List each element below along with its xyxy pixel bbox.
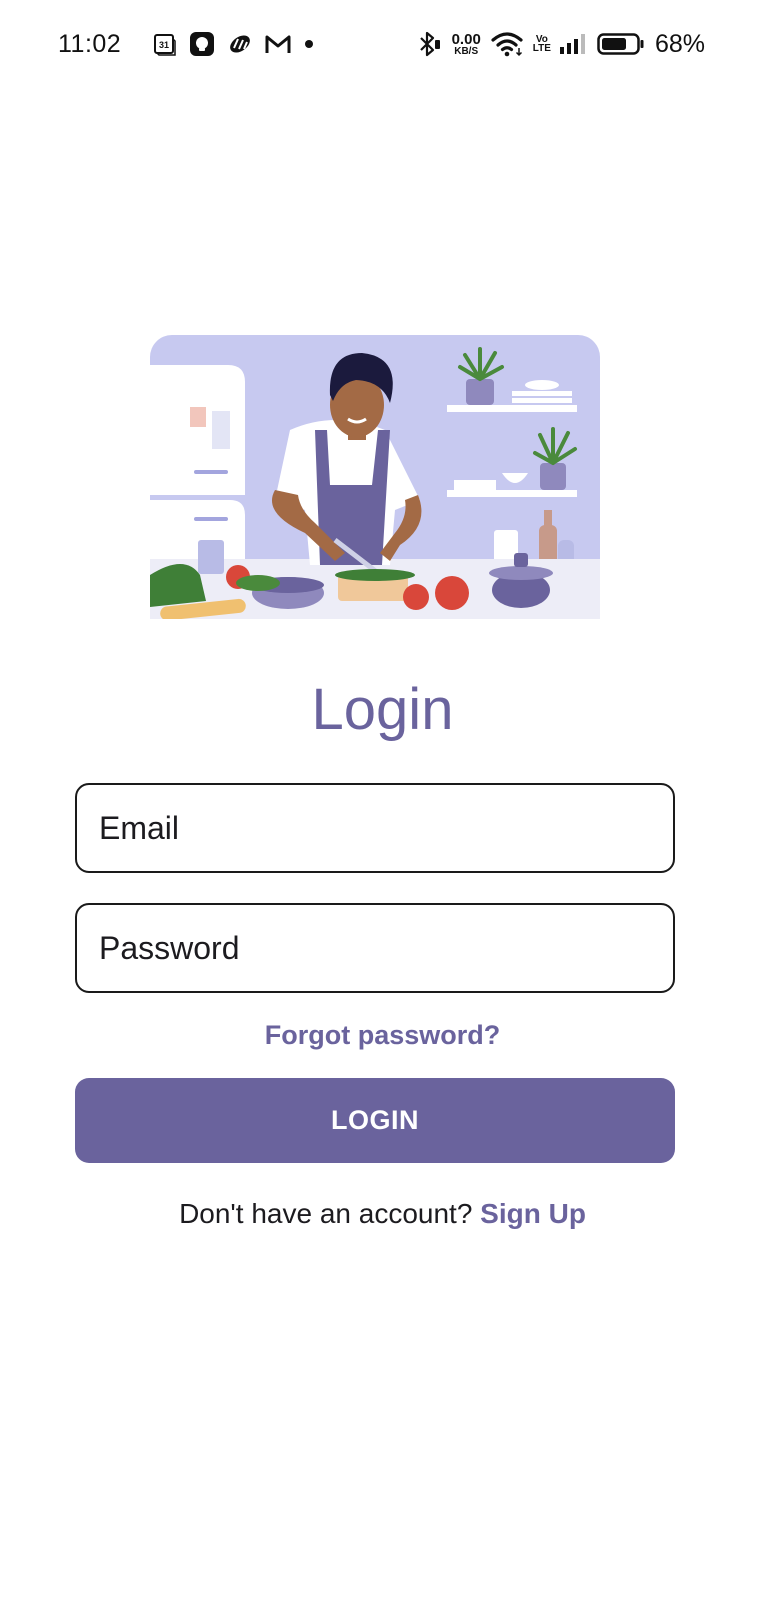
- volte-bottom: LTE: [532, 43, 551, 54]
- network-speed: 0.00 KB/S: [452, 32, 481, 57]
- email-field[interactable]: [75, 783, 675, 873]
- bluetooth-icon: [418, 31, 442, 57]
- status-bar-right: 0.00 KB/S Vo LTE 68%: [418, 30, 705, 59]
- calendar-icon: 31: [153, 32, 177, 56]
- sign-up-link[interactable]: Sign Up: [480, 1198, 586, 1229]
- status-bar-left: 11:02 31: [58, 30, 327, 59]
- signup-prompt-row: Don't have an account? Sign Up: [0, 1198, 765, 1230]
- network-speed-value: 0.00: [451, 30, 481, 48]
- battery-percent: 68%: [654, 29, 705, 58]
- wifi-icon: [491, 31, 523, 57]
- forgot-password-link[interactable]: Forgot password?: [0, 1020, 765, 1051]
- chat-bubble-icon: [189, 31, 215, 57]
- status-time: 11:02: [58, 29, 122, 58]
- pinwheel-icon: [227, 31, 253, 57]
- battery-icon: [597, 32, 645, 56]
- page-title: Login: [311, 677, 454, 742]
- status-bar: 11:02 31 0.00 KB/S Vo LTE 68%: [0, 0, 765, 88]
- password-field[interactable]: [75, 903, 675, 993]
- gmail-icon: [265, 33, 291, 55]
- email-input[interactable]: [99, 809, 651, 847]
- signup-prompt-text: Don't have an account?: [179, 1198, 481, 1229]
- signal-icon: [559, 33, 587, 55]
- password-input[interactable]: [99, 929, 651, 967]
- volte-indicator: Vo LTE: [532, 34, 551, 54]
- network-speed-unit: KB/S: [454, 45, 479, 57]
- calendar-day: 31: [159, 40, 169, 50]
- login-screen: 11:02 31 0.00 KB/S Vo LTE 68% Login Emai…: [0, 0, 765, 1600]
- notification-dot-icon: [303, 38, 315, 50]
- login-button[interactable]: LOGIN: [75, 1078, 675, 1163]
- kitchen-chef-illustration: [150, 335, 600, 621]
